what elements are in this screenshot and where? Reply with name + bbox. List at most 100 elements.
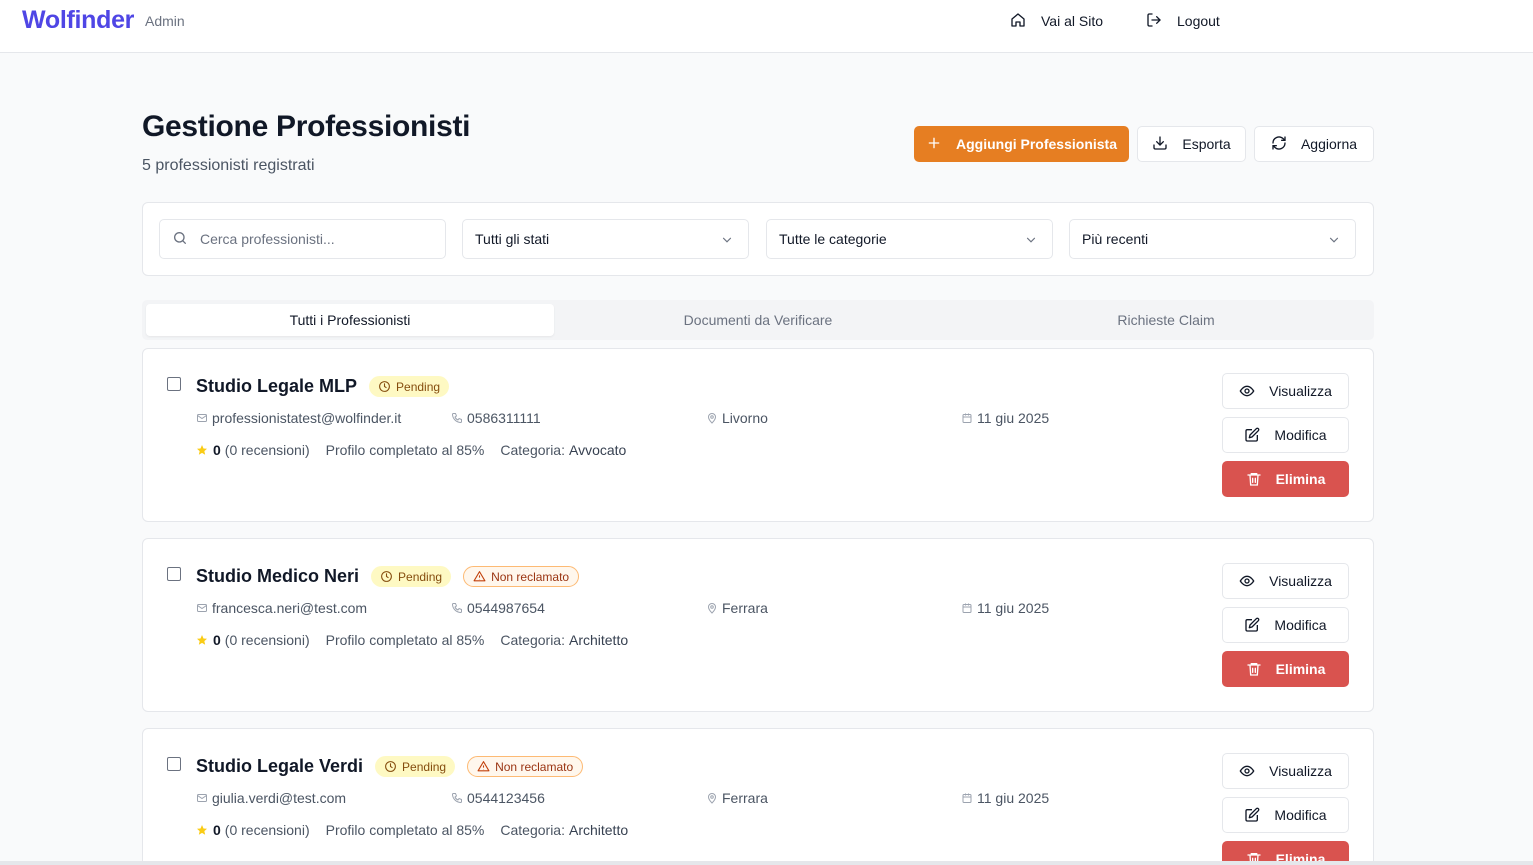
- calendar-icon: [962, 413, 972, 423]
- delete-button[interactable]: Elimina: [1222, 651, 1349, 687]
- home-icon: [1010, 12, 1026, 31]
- status-select[interactable]: Tutti gli stati: [462, 219, 749, 259]
- rating-value: 0: [213, 442, 221, 458]
- email-value: giulia.verdi@test.com: [212, 790, 347, 806]
- refresh-label: Aggiorna: [1300, 136, 1358, 152]
- search-placeholder: Cerca professionisti...: [200, 231, 335, 247]
- filters-panel: Cerca professionisti... Tutti gli stati …: [142, 202, 1374, 276]
- clock-icon: [381, 571, 392, 582]
- tab-all-professionals[interactable]: Tutti i Professionisti: [146, 304, 554, 336]
- edit-icon: [1245, 617, 1260, 632]
- location: Livorno: [706, 410, 768, 426]
- edit-button[interactable]: Modifica: [1222, 797, 1349, 833]
- export-button[interactable]: Esporta: [1137, 126, 1246, 162]
- tab-list: Tutti i Professionisti Documenti da Veri…: [142, 300, 1374, 340]
- select-checkbox[interactable]: [167, 757, 181, 771]
- location: Ferrara: [706, 790, 768, 806]
- trash-icon: [1246, 473, 1261, 486]
- reviews-count: (0 recensioni): [224, 632, 310, 648]
- status-badge: Pending: [369, 376, 450, 397]
- delete-button-label: Elimina: [1275, 471, 1326, 487]
- bottom-divider: [0, 861, 1533, 865]
- email-value: francesca.neri@test.com: [212, 600, 368, 616]
- clock-icon: [379, 381, 390, 392]
- mail-icon: [197, 604, 207, 612]
- edit-button[interactable]: Modifica: [1222, 417, 1349, 453]
- email-value: professionistatest@wolfinder.it: [212, 410, 402, 426]
- nav-logout[interactable]: Logout: [1146, 11, 1220, 31]
- delete-button-label: Elimina: [1275, 661, 1326, 677]
- eye-icon: [1239, 575, 1255, 587]
- calendar-icon: [962, 603, 972, 613]
- reviews-count: (0 recensioni): [224, 822, 310, 838]
- phone-value: 0544123456: [467, 790, 545, 806]
- professional-name[interactable]: Studio Legale MLP: [196, 376, 357, 397]
- edit-icon: [1245, 427, 1260, 442]
- edit-button-label: Modifica: [1274, 427, 1327, 443]
- claim-badge: Non reclamato: [467, 756, 584, 777]
- location-value: Ferrara: [722, 600, 768, 616]
- chevron-down-icon: [722, 237, 732, 243]
- view-button[interactable]: Visualizza: [1222, 753, 1349, 789]
- status-badge: Pending: [371, 566, 452, 587]
- tab-documents-to-verify[interactable]: Documenti da Verificare: [554, 304, 962, 336]
- edit-button[interactable]: Modifica: [1222, 607, 1349, 643]
- logout-icon: [1146, 12, 1162, 31]
- map-pin-icon: [707, 603, 717, 614]
- delete-button[interactable]: Elimina: [1222, 461, 1349, 497]
- mail-icon: [197, 414, 207, 422]
- phone-icon: [452, 603, 462, 613]
- professional-name[interactable]: Studio Medico Neri: [196, 566, 359, 587]
- download-icon: [1152, 135, 1168, 154]
- map-pin-icon: [707, 793, 717, 804]
- rating-value: 0: [213, 632, 221, 648]
- search-input[interactable]: Cerca professionisti...: [159, 219, 446, 259]
- view-button-label: Visualizza: [1269, 573, 1332, 589]
- tab-claim-requests[interactable]: Richieste Claim: [962, 304, 1370, 336]
- category-label: Categoria:: [500, 632, 565, 648]
- sort-select[interactable]: Più recenti: [1069, 219, 1356, 259]
- date: 11 giu 2025: [961, 600, 1049, 616]
- phone-icon: [452, 793, 462, 803]
- date-value: 11 giu 2025: [977, 790, 1050, 806]
- stats-row: 0 (0 recensioni) Profilo completato al 8…: [196, 822, 628, 838]
- stats-row: 0 (0 recensioni) Profilo completato al 8…: [196, 632, 628, 648]
- category-select[interactable]: Tutte le categorie: [766, 219, 1053, 259]
- add-professional-button[interactable]: Aggiungi Professionista: [914, 126, 1129, 162]
- nav-visit-site[interactable]: Vai al Sito: [1010, 11, 1103, 31]
- page-title: Gestione Professionisti: [142, 110, 471, 143]
- date: 11 giu 2025: [961, 790, 1049, 806]
- phone: 0586311111: [451, 410, 541, 426]
- plus-icon: [926, 135, 942, 154]
- add-professional-label: Aggiungi Professionista: [955, 136, 1117, 152]
- eye-icon: [1239, 765, 1255, 777]
- brand-logo[interactable]: Wolfinder: [22, 6, 134, 35]
- rating-value: 0: [213, 822, 221, 838]
- map-pin-icon: [707, 413, 717, 424]
- professional-name[interactable]: Studio Legale Verdi: [196, 756, 363, 777]
- category-value: Avvocato: [568, 442, 627, 458]
- claim-badge-label: Non reclamato: [491, 569, 570, 584]
- status-badge: Pending: [375, 756, 456, 777]
- status-badge-label: Pending: [398, 569, 443, 584]
- page-subtitle: 5 professionisti registrati: [142, 157, 315, 174]
- stats-row: 0 (0 recensioni) Profilo completato al 8…: [196, 442, 626, 458]
- edit-button-label: Modifica: [1274, 617, 1327, 633]
- brand-subtitle: Admin: [145, 13, 185, 29]
- star-icon: [197, 825, 207, 835]
- view-button[interactable]: Visualizza: [1222, 373, 1349, 409]
- category-label: Categoria:: [500, 822, 565, 838]
- view-button[interactable]: Visualizza: [1222, 563, 1349, 599]
- category-label: Categoria:: [500, 442, 565, 458]
- refresh-button[interactable]: Aggiorna: [1254, 126, 1374, 162]
- professional-card: Studio Legale Verdi Pending Non reclamat…: [142, 728, 1374, 865]
- trash-icon: [1246, 663, 1261, 676]
- category-select-value: Tutte le categorie: [779, 231, 887, 247]
- select-checkbox[interactable]: [167, 377, 181, 391]
- phone-value: 0586311111: [467, 410, 541, 426]
- reviews-count: (0 recensioni): [224, 442, 310, 458]
- select-checkbox[interactable]: [167, 567, 181, 581]
- professional-card: Studio Legale MLP Pending professionista…: [142, 348, 1374, 522]
- phone-value: 0544987654: [467, 600, 545, 616]
- phone: 0544123456: [451, 790, 545, 806]
